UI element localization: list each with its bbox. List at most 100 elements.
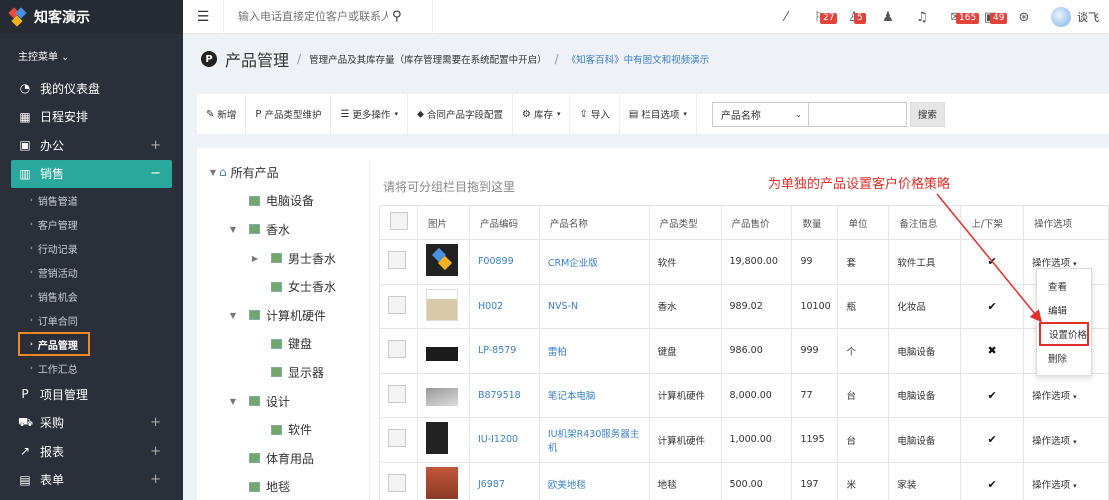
sub-item-summary[interactable]: › 工作汇总 [0,356,183,380]
import-button[interactable]: ⇪ 导入 [570,94,620,134]
search-input[interactable] [238,10,388,23]
column-header[interactable]: 产品类型 [648,205,722,240]
table-row[interactable]: IU-I1200 IU机架R430服务器主机 计算机硬件 1,000.00 11… [379,417,1109,463]
product-type-button[interactable]: P 产品类型维护 [246,94,332,134]
user-menu[interactable]: 谈飞 [1051,7,1109,27]
gift-icon[interactable]: ▣49 [973,10,1008,25]
product-code[interactable]: IU-I1200 [468,417,540,463]
bell-icon[interactable]: ♫ [905,10,939,25]
tree-node[interactable]: 地毯 [197,473,367,500]
tree-node[interactable]: ▼ 设计 [197,387,367,416]
product-name[interactable]: NVS-N [538,283,650,329]
column-header[interactable]: 单位 [837,205,890,240]
tree-node[interactable]: ▼ 香水 [197,215,367,244]
mail-icon[interactable]: ✉165 [939,10,980,25]
row-checkbox[interactable] [388,251,406,270]
column-options-button[interactable]: ▤ 栏目选项 ▾ [620,94,697,134]
tree-node[interactable]: ▼ 计算机硬件 [197,301,367,330]
sub-item-customers[interactable]: › 客户管理 [0,212,183,236]
contract-fields-button[interactable]: ⬥ 合同产品字段配置 [408,94,513,134]
tree-node[interactable]: 软件 [197,415,367,444]
product-name[interactable]: IU机架R430服务器主机 [538,417,650,463]
op-cell[interactable]: 操作选项 ▾ [1023,417,1109,463]
nav-item-office[interactable]: ▣ 办公 + [0,131,183,160]
tree-node[interactable]: 女士香水 [197,272,367,301]
table-row[interactable]: H002 NVS-N 香水 989.02 10100 瓶 化妆品 ✔ [379,283,1109,329]
caret-down-icon[interactable]: ▼ [207,168,219,177]
select-all-checkbox[interactable] [390,212,408,230]
search-icon[interactable]: ⚲ [392,9,402,24]
flag-icon[interactable]: ⚐27 [803,10,838,25]
product-name[interactable]: 欧美地毯 [538,461,650,500]
row-select-cell[interactable] [379,283,418,329]
table-row[interactable]: J6987 欧美地毯 地毯 500.00 197 米 家装 ✔ 操作选项 ▾ [379,461,1109,500]
row-actions-button[interactable]: 操作选项 ▾ [1032,436,1077,447]
tree-node[interactable]: 体育用品 [197,444,367,473]
column-header[interactable]: 产品编码 [468,205,540,240]
row-checkbox[interactable] [388,340,406,359]
column-header[interactable]: 数量 [791,205,839,240]
product-name[interactable]: 雷柏 [538,328,650,374]
menu-item-set-price[interactable]: 设置价格 [1039,322,1089,346]
product-code[interactable]: B879518 [468,372,540,418]
select-all-cell[interactable] [379,205,418,240]
op-cell[interactable]: 操作选项 ▾ [1023,372,1109,418]
menu-item-delete[interactable]: 删除 [1037,346,1091,370]
collapse-icon[interactable]: − [150,166,161,181]
column-header[interactable]: 产品名称 [538,205,650,240]
row-checkbox[interactable] [388,384,406,403]
tree-node[interactable]: ▶ 男士香水 [197,244,367,273]
table-row[interactable]: LP-8579 雷柏 键盘 986.00 999 个 电脑设备 ✖ [379,328,1109,374]
op-cell[interactable]: 操作选项 ▾ [1023,461,1109,500]
product-code[interactable]: J6987 [468,461,540,500]
table-row[interactable]: F00899 CRM企业版 软件 19,800.00 99 套 软件工具 ✔ 操… [379,239,1109,285]
sub-item-opportunities[interactable]: › 销售机会 [0,284,183,308]
main-menu-label[interactable]: 主控菜单 ⌄ [0,34,183,74]
nav-item-schedule[interactable]: ▦ 日程安排 [0,103,183,132]
row-select-cell[interactable] [379,328,418,374]
sub-item-activity[interactable]: › 行动记录 [0,236,183,260]
sub-item-products[interactable]: › 产品管理 [18,332,90,356]
toolbar-search-input[interactable] [808,101,907,127]
search-button[interactable]: 搜索 [909,101,945,127]
nav-item-dashboard[interactable]: ◔ 我的仪表盘 [0,74,183,103]
row-select-cell[interactable] [379,239,418,285]
product-code[interactable]: LP-8579 [468,328,540,374]
column-header[interactable]: 备注信息 [888,205,962,240]
caret-down-icon[interactable]: ▼ [227,225,239,234]
sub-item-pipeline[interactable]: › 销售管道 [0,188,183,212]
nav-item-purchase[interactable]: ⛟ 采购 + [0,409,183,438]
tree-node[interactable]: 显示器 [197,358,367,387]
nav-item-sales[interactable]: ▥ 销售 − [11,159,172,188]
row-checkbox[interactable] [388,473,406,492]
group-drop-zone[interactable]: 请将可分组栏目拖到这里 [383,178,515,195]
user-remove-icon[interactable]: ♟ [871,10,905,25]
row-checkbox[interactable] [388,295,406,314]
row-checkbox[interactable] [388,429,406,448]
row-select-cell[interactable] [379,417,418,463]
tree-node[interactable]: 键盘 [197,330,367,359]
caret-down-icon[interactable]: ▼ [227,397,239,406]
add-button[interactable]: ✎ 新增 [197,94,247,134]
product-code[interactable]: H002 [468,283,540,329]
nav-item-projects[interactable]: P 项目管理 [0,380,183,409]
magic-wand-icon[interactable]: ⁄ [769,10,803,25]
menu-item-edit[interactable]: 编辑 [1037,298,1091,322]
column-header[interactable]: 图片 [416,205,470,240]
row-actions-button[interactable]: 操作选项 ▾ [1032,391,1077,402]
table-row[interactable]: B879518 笔记本电脑 计算机硬件 8,000.00 77 台 电脑设备 ✔… [379,372,1109,418]
caret-right-icon[interactable]: ▶ [249,254,261,263]
expand-icon[interactable]: + [150,444,161,459]
column-header[interactable]: 产品售价 [720,205,793,240]
row-actions-button[interactable]: 操作选项 ▾ [1032,480,1077,491]
sub-item-contracts[interactable]: › 订单合同 [0,308,183,332]
tree-node[interactable]: 电脑设备 [197,187,367,216]
help-link[interactable]: 《知客百科》中有图文和视频演示 [567,52,710,66]
row-select-cell[interactable] [379,372,418,418]
hamburger-icon[interactable]: ☰ [183,9,223,25]
expand-icon[interactable]: + [150,415,161,430]
expand-icon[interactable]: + [150,472,161,487]
product-name[interactable]: CRM企业版 [538,239,650,285]
nav-item-reports[interactable]: ↗ 报表 + [0,437,183,466]
menu-item-view[interactable]: 查看 [1037,274,1091,298]
